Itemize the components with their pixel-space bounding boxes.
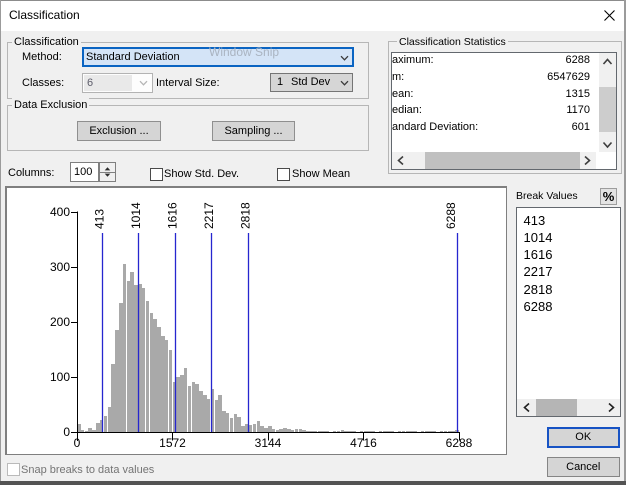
svg-text:100: 100 [50,370,70,384]
svg-text:300: 300 [50,260,70,274]
svg-text:400: 400 [50,205,70,219]
svg-text:413: 413 [93,209,107,229]
svg-text:2818: 2818 [239,202,253,229]
svg-text:6288: 6288 [444,202,458,229]
svg-text:200: 200 [50,315,70,329]
svg-text:6288: 6288 [446,436,473,450]
svg-text:3144: 3144 [255,436,282,450]
svg-text:0: 0 [74,436,81,450]
svg-text:1014: 1014 [129,202,143,229]
svg-text:2217: 2217 [202,202,216,229]
svg-text:4716: 4716 [350,436,377,450]
svg-text:1572: 1572 [159,436,186,450]
svg-text:0: 0 [63,425,70,439]
svg-text:1616: 1616 [166,202,180,229]
